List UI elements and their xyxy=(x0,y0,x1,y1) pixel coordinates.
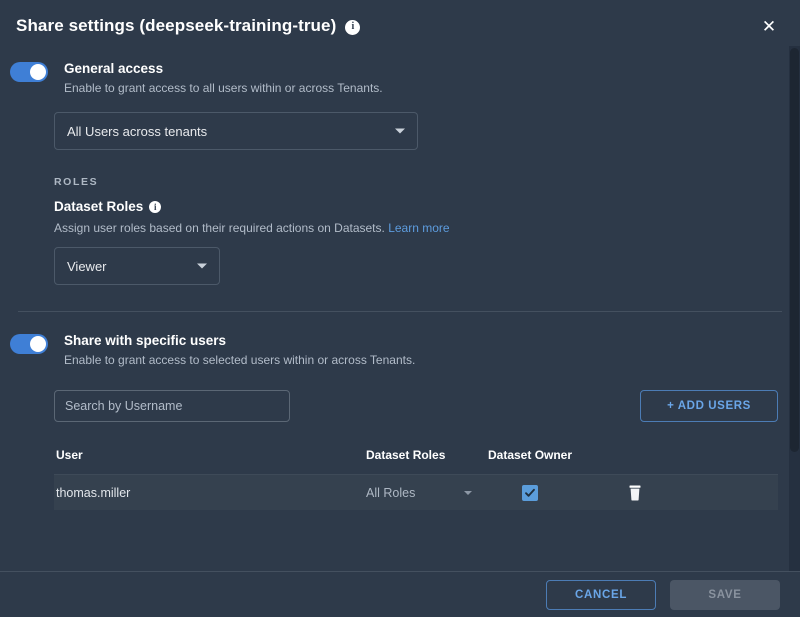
access-scope-select[interactable]: All Users across tenants xyxy=(54,112,418,150)
general-access-toggle[interactable] xyxy=(10,62,48,82)
dataset-roles-desc-text: Assign user roles based on their require… xyxy=(54,221,385,235)
cell-dataset-roles: All Roles xyxy=(366,486,488,500)
scrollbar-thumb[interactable] xyxy=(790,48,799,452)
column-header-user: User xyxy=(56,448,83,462)
table-header: User Dataset Roles Dataset Owner xyxy=(54,442,778,468)
section-divider xyxy=(18,311,782,312)
dialog-footer: CANCEL SAVE xyxy=(0,571,800,617)
dataset-roles-title: Dataset Roles xyxy=(54,199,144,214)
cell-actions xyxy=(598,485,678,501)
row-dataset-roles-select[interactable]: All Roles xyxy=(366,486,478,500)
general-access-section: General access Enable to grant access to… xyxy=(0,46,800,96)
specific-users-toggle-row: Share with specific users Enable to gran… xyxy=(10,332,800,368)
toggle-knob xyxy=(30,336,46,352)
chevron-down-icon xyxy=(395,128,405,134)
specific-users-toggle[interactable] xyxy=(10,334,48,354)
page-title: Share settings (deepseek-training-true) xyxy=(16,16,337,35)
row-dataset-roles-value: All Roles xyxy=(366,485,416,500)
info-icon[interactable]: i xyxy=(345,19,361,35)
table-row: thomas.miller All Roles xyxy=(54,474,778,510)
specific-users-section: Share with specific users Enable to gran… xyxy=(0,332,800,368)
chevron-down-icon xyxy=(197,263,207,269)
access-scope-value: All Users across tenants xyxy=(67,123,208,139)
add-users-button[interactable]: + ADD USERS xyxy=(640,390,778,422)
save-button[interactable]: SAVE xyxy=(670,579,780,610)
toggle-knob xyxy=(30,64,46,80)
cancel-button[interactable]: CANCEL xyxy=(546,579,656,610)
users-table: User Dataset Roles Dataset Owner thomas.… xyxy=(54,442,778,510)
cell-username: thomas.miller xyxy=(56,485,131,500)
roles-section-label: ROLES xyxy=(54,176,99,188)
search-input[interactable] xyxy=(54,390,290,422)
general-access-text: General access Enable to grant access to… xyxy=(64,60,383,96)
dataset-roles-description: Assign user roles based on their require… xyxy=(54,221,800,235)
dialog-header: Share settings (deepseek-training-true) … xyxy=(0,6,800,46)
scrollbar-track[interactable] xyxy=(789,46,800,571)
dialog-body: General access Enable to grant access to… xyxy=(0,46,800,571)
dataset-role-value: Viewer xyxy=(67,258,107,274)
general-access-title: General access xyxy=(64,61,164,76)
dataset-role-select[interactable]: Viewer xyxy=(54,247,220,285)
cell-dataset-owner xyxy=(488,484,598,501)
chevron-down-icon xyxy=(464,490,472,495)
dataset-roles-info-icon[interactable]: i xyxy=(149,201,162,213)
general-access-toggle-row: General access Enable to grant access to… xyxy=(10,60,800,96)
share-settings-dialog: Share settings (deepseek-training-true) … xyxy=(0,0,800,617)
trash-icon[interactable] xyxy=(628,485,642,501)
users-toolbar: + ADD USERS xyxy=(54,390,778,422)
dataset-owner-checkbox[interactable] xyxy=(522,484,538,501)
specific-users-title: Share with specific users xyxy=(64,333,227,348)
column-header-dataset-roles: Dataset Roles xyxy=(366,448,446,462)
dataset-roles-title-row: Dataset Roles i xyxy=(54,199,800,214)
column-header-dataset-owner: Dataset Owner xyxy=(488,448,573,462)
close-icon[interactable]: ✕ xyxy=(756,13,782,39)
specific-users-description: Enable to grant access to selected users… xyxy=(64,353,416,367)
general-access-description: Enable to grant access to all users with… xyxy=(64,81,383,95)
specific-users-text: Share with specific users Enable to gran… xyxy=(64,332,415,368)
learn-more-link[interactable]: Learn more xyxy=(388,221,449,235)
